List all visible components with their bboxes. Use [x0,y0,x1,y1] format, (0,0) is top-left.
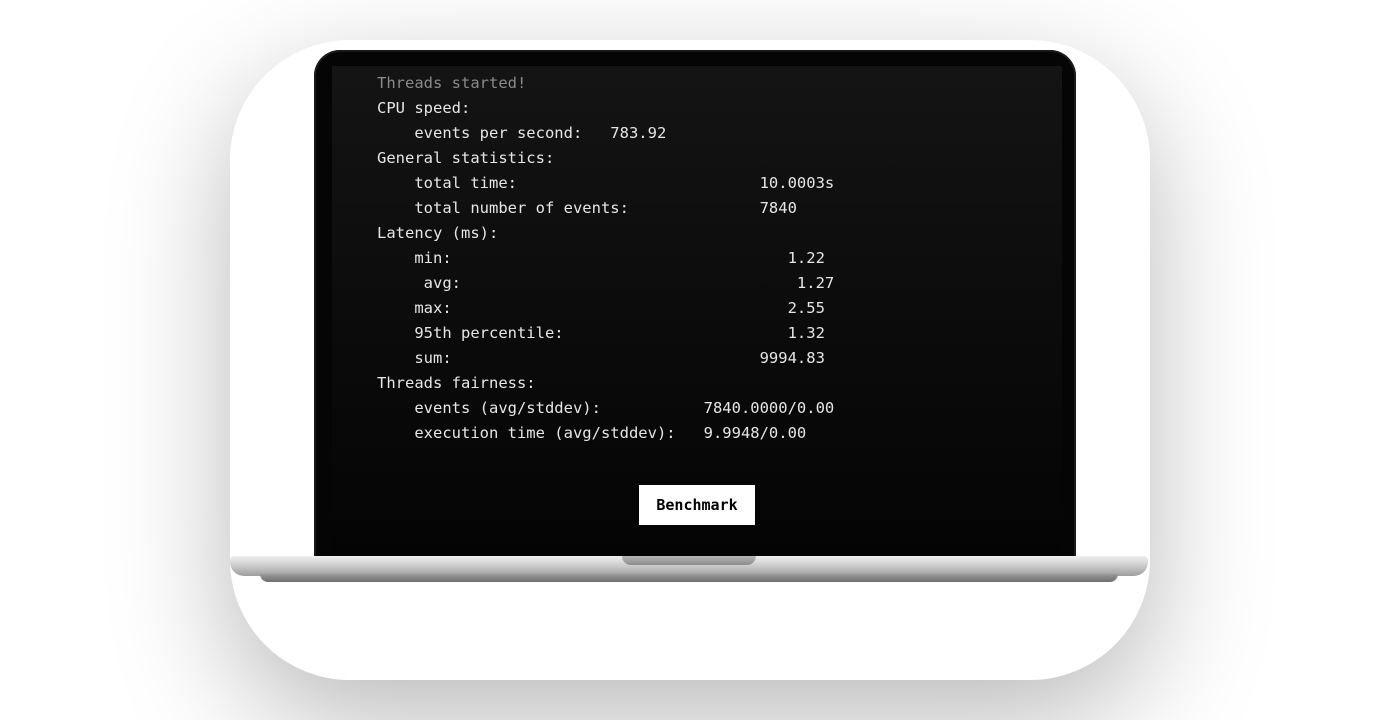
benchmark-button[interactable]: Benchmark [639,485,755,525]
terminal-line: avg: 1.27 [377,274,835,292]
laptop-screen: Initializing worker threads...Threads st… [332,66,1062,558]
terminal-line: total number of events: 7840 [377,199,797,217]
laptop-notch [622,556,756,565]
terminal-line: sum: 9994.83 [377,349,825,367]
laptop-base-bottom [260,574,1118,582]
terminal-line: max: 2.55 [377,299,825,317]
terminal-line: total time: 10.0003s [377,174,835,192]
terminal-line: execution time (avg/stddev): 9.9948/0.00 [377,424,807,442]
terminal-line: Latency (ms): [377,224,499,242]
page: Initializing worker threads...Threads st… [0,0,1380,720]
terminal-line: Threads started! [377,74,527,92]
terminal-line: events per second: 783.92 [377,124,667,142]
terminal-line: 95th percentile: 1.32 [377,324,825,342]
terminal-output: Initializing worker threads...Threads st… [377,66,834,446]
terminal-line: min: 1.22 [377,249,825,267]
terminal-line: Threads fairness: [377,374,536,392]
terminal-line: events (avg/stddev): 7840.0000/0.00 [377,399,835,417]
terminal-line: CPU speed: [377,99,471,117]
terminal-line: General statistics: [377,149,555,167]
